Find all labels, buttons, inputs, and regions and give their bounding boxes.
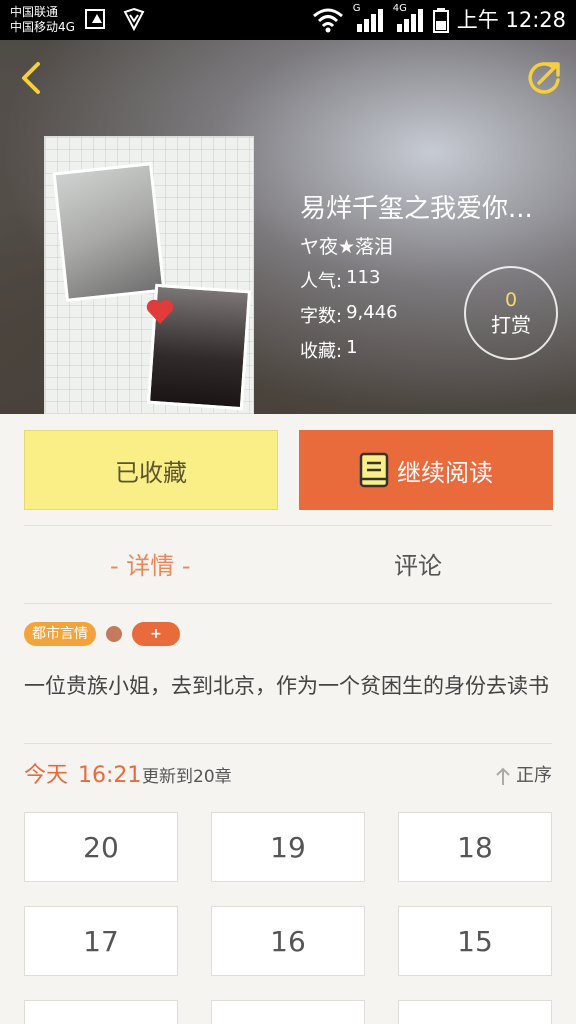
book-title: 易烊千玺之我爱你...	[300, 194, 533, 224]
share-button[interactable]	[524, 58, 564, 98]
popularity-stat: 人气: 113	[300, 267, 380, 293]
chapter-item[interactable]: 16	[211, 906, 365, 976]
update-text: 更新到20章	[142, 767, 232, 787]
book-detail-screen: 中国联通 中国移动4G G 4G 上午 12:28 易烊千玺之我爱你... ヤ夜…	[0, 0, 576, 1024]
continue-label: 继续阅读	[397, 458, 493, 487]
update-today: 今天	[24, 763, 69, 788]
collected-button[interactable]: 已收藏	[24, 430, 278, 510]
shield-icon	[123, 7, 145, 31]
tip-button[interactable]: 0 打赏	[464, 266, 558, 360]
popularity-label: 人气:	[300, 271, 343, 292]
alert-image-icon	[85, 9, 105, 29]
status-right: G 4G 上午 12:28	[311, 3, 566, 34]
divider-tabs	[24, 603, 552, 604]
tag-dot	[106, 626, 122, 642]
book-description: 一位贵族小姐，去到北京，作为一个贫困生的身份去读书	[24, 674, 549, 698]
divider-desc	[24, 743, 552, 744]
chapter-item[interactable]: 19	[211, 812, 365, 882]
cover-photo-boy	[52, 162, 166, 302]
chapter-item[interactable]	[211, 1000, 365, 1024]
tag-genre[interactable]: 都市言情	[24, 622, 96, 646]
signal-2-icon: 4G	[393, 3, 425, 33]
favorites-value: 1	[346, 337, 358, 358]
favorites-stat: 收藏: 1	[300, 337, 358, 363]
chapter-item[interactable]: 18	[398, 812, 552, 882]
chapter-grid: 20 19 18 17 16 15	[24, 812, 552, 1024]
continue-reading-button[interactable]: 继续阅读	[299, 430, 553, 510]
words-label: 字数:	[300, 306, 343, 327]
status-bar: 中国联通 中国移动4G G 4G 上午 12:28	[0, 0, 576, 40]
chapter-item[interactable]	[398, 1000, 552, 1024]
add-tag-button[interactable]: +	[132, 622, 180, 646]
popularity-value: 113	[346, 267, 381, 288]
book-cover[interactable]	[44, 136, 254, 414]
tag-list: 都市言情 +	[24, 622, 180, 646]
collected-label: 已收藏	[115, 458, 187, 487]
battery-icon	[432, 8, 449, 33]
chapter-item[interactable]: 17	[24, 906, 178, 976]
word-count-stat: 字数: 9,446	[300, 302, 398, 328]
update-row: 今天 16:21 更新到20章 正序	[24, 760, 552, 792]
carrier-info: 中国联通 中国移动4G	[10, 5, 75, 35]
divider-top	[24, 525, 552, 526]
chapter-item[interactable]: 15	[398, 906, 552, 976]
favorites-label: 收藏:	[300, 341, 343, 362]
words-value: 9,446	[346, 302, 398, 323]
update-time: 16:21	[78, 763, 142, 788]
chapter-item[interactable]: 20	[24, 812, 178, 882]
tip-count: 0	[504, 289, 518, 311]
back-button[interactable]	[14, 58, 50, 98]
heart-icon	[146, 299, 174, 324]
arrow-up-icon	[496, 767, 510, 785]
tip-label: 打赏	[491, 313, 531, 337]
clock: 上午 12:28	[456, 8, 566, 32]
book-icon	[359, 452, 389, 488]
sort-button[interactable]: 正序	[494, 763, 552, 789]
wifi-icon	[312, 8, 343, 33]
sort-label: 正序	[516, 765, 552, 786]
carrier-1: 中国联通	[10, 5, 59, 19]
signal-1-icon: G	[353, 3, 385, 33]
tab-comments[interactable]: 评论	[394, 548, 442, 584]
tab-details[interactable]: - 详情 -	[110, 548, 191, 584]
chapter-item[interactable]	[24, 1000, 178, 1024]
carrier-2: 中国移动4G	[10, 20, 75, 34]
book-header: 易烊千玺之我爱你... ヤ夜★落泪 人气: 113 字数: 9,446 收藏: …	[0, 40, 576, 414]
notification-icons	[84, 7, 146, 31]
book-author[interactable]: ヤ夜★落泪	[300, 232, 393, 259]
